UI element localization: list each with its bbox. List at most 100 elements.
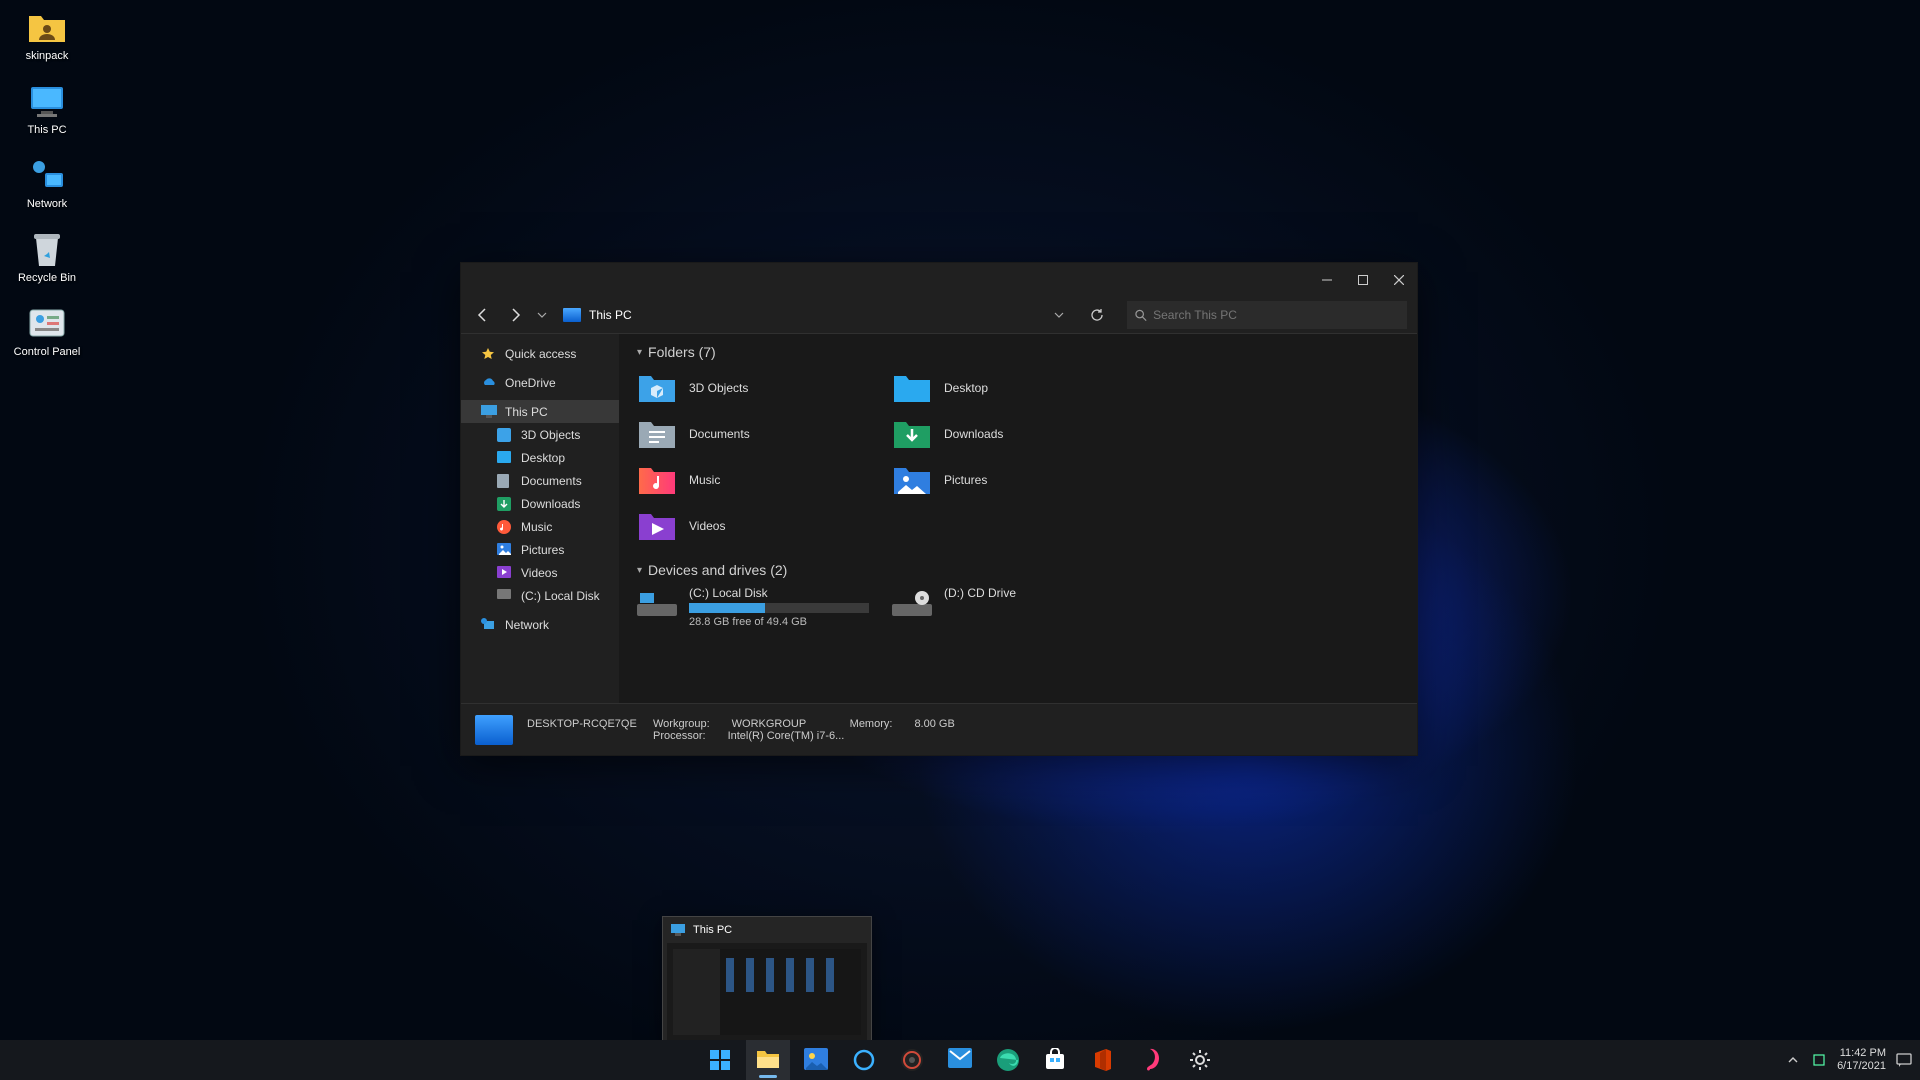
- sidebar-item-label: Quick access: [505, 347, 576, 361]
- sidebar-item-network[interactable]: Network: [461, 613, 619, 636]
- network-icon: [27, 158, 67, 194]
- sidebar-item-videos[interactable]: Videos: [461, 561, 619, 584]
- photos-icon: [804, 1048, 828, 1072]
- search-input[interactable]: [1153, 308, 1399, 322]
- address-dropdown[interactable]: [1047, 303, 1071, 327]
- desktop-icon-this-pc[interactable]: This PC: [8, 84, 86, 136]
- maximize-button[interactable]: [1345, 263, 1381, 297]
- taskbar-clock[interactable]: 11:42 PM 6/17/2021: [1837, 1047, 1886, 1073]
- taskbar-center: [698, 1040, 1222, 1080]
- sidebar-item-this-pc[interactable]: This PC: [461, 400, 619, 423]
- office-icon: [1092, 1048, 1116, 1072]
- folder-desktop[interactable]: Desktop: [892, 368, 1147, 408]
- taskbar-store-button[interactable]: [1034, 1040, 1078, 1080]
- folder-videos[interactable]: Videos: [637, 506, 892, 546]
- taskbar-mail-button[interactable]: [938, 1040, 982, 1080]
- sidebar-item-music[interactable]: Music: [461, 515, 619, 538]
- taskbar-start-button[interactable]: [698, 1040, 742, 1080]
- search-box[interactable]: [1127, 301, 1407, 329]
- recent-dropdown[interactable]: [535, 303, 549, 327]
- desktop-icon-skinpack[interactable]: skinpack: [8, 10, 86, 62]
- address-bar[interactable]: This PC: [563, 308, 1039, 322]
- thumbnail-body: [667, 943, 867, 1041]
- folder-label: Downloads: [944, 427, 1003, 441]
- desktop-icon-network[interactable]: Network: [8, 158, 86, 210]
- taskbar-date: 6/17/2021: [1837, 1060, 1886, 1073]
- taskbar-settings-button[interactable]: [1178, 1040, 1222, 1080]
- explorer-icon: [756, 1048, 780, 1072]
- drive--d-cd-drive[interactable]: (D:) CD Drive: [892, 586, 1147, 628]
- address-text: This PC: [589, 308, 632, 322]
- taskbar-explorer-button[interactable]: [746, 1040, 790, 1080]
- folder-documents[interactable]: Documents: [637, 414, 892, 454]
- sidebar-item-label: Downloads: [521, 497, 580, 511]
- content-pane: ▾ Folders (7) 3D Objects Desktop Documents…: [619, 333, 1417, 703]
- taskbar-cortana-button[interactable]: [842, 1040, 886, 1080]
- sidebar-item-label: Desktop: [521, 451, 565, 465]
- sidebar-item-3d-objects[interactable]: 3D Objects: [461, 423, 619, 446]
- sidebar-item-downloads[interactable]: Downloads: [461, 492, 619, 515]
- folder-label: Documents: [689, 427, 750, 441]
- music-icon: [497, 520, 513, 534]
- sidebar-item-label: Pictures: [521, 543, 564, 557]
- documents-icon: [497, 474, 513, 488]
- drive--c-local-disk[interactable]: (C:) Local Disk28.8 GB free of 49.4 GB: [637, 586, 892, 628]
- chevron-down-icon: ▾: [637, 347, 642, 358]
- drives-grid: (C:) Local Disk28.8 GB free of 49.4 GB(D…: [637, 586, 1399, 628]
- drives-header-label: Devices and drives (2): [648, 562, 787, 578]
- action-center-button[interactable]: [1896, 1052, 1912, 1068]
- folder-icon: [637, 464, 677, 496]
- refresh-button[interactable]: [1085, 303, 1109, 327]
- this-pc-icon: [481, 405, 497, 419]
- taskbar-office-button[interactable]: [1082, 1040, 1126, 1080]
- this-pc-icon: [475, 715, 513, 745]
- groove-icon: [900, 1048, 924, 1072]
- sidebar-item-documents[interactable]: Documents: [461, 469, 619, 492]
- forward-button[interactable]: [503, 303, 527, 327]
- minimize-button[interactable]: [1309, 263, 1345, 297]
- sidebar-item-label: Documents: [521, 474, 582, 488]
- folder-label: 3D Objects: [689, 381, 748, 395]
- sidebar-item-desktop[interactable]: Desktop: [461, 446, 619, 469]
- taskbar-edge-button[interactable]: [986, 1040, 1030, 1080]
- folder-music[interactable]: Music: [637, 460, 892, 500]
- navigation-bar: This PC: [461, 297, 1417, 333]
- desktop-icon-label: Recycle Bin: [18, 272, 76, 284]
- settings-icon: [1188, 1048, 1212, 1072]
- tray-security-icon[interactable]: [1811, 1052, 1827, 1068]
- workgroup-value: WORKGROUP: [732, 718, 842, 730]
- sidebar-item-onedrive[interactable]: OneDrive: [461, 371, 619, 394]
- sidebar-item--c-local-disk[interactable]: (C:) Local Disk: [461, 584, 619, 607]
- desktop-icon: [497, 451, 513, 465]
- drive-icon: [892, 590, 932, 616]
- folder-label: Videos: [689, 519, 725, 533]
- this-pc-icon: [27, 84, 67, 120]
- back-button[interactable]: [471, 303, 495, 327]
- tray-overflow-button[interactable]: [1785, 1052, 1801, 1068]
- folders-section-header[interactable]: ▾ Folders (7): [637, 344, 1399, 360]
- folder-icon: [637, 372, 677, 404]
- desktop-icon-label: Network: [27, 198, 67, 210]
- titlebar[interactable]: [461, 263, 1417, 297]
- folder-icon: [892, 464, 932, 496]
- taskbar-photos-button[interactable]: [794, 1040, 838, 1080]
- sidebar-item-quick-access[interactable]: Quick access: [461, 342, 619, 365]
- taskbar-groove-button[interactable]: [890, 1040, 934, 1080]
- folder-label: Pictures: [944, 473, 987, 487]
- edge-icon: [996, 1048, 1020, 1072]
- folder-downloads[interactable]: Downloads: [892, 414, 1147, 454]
- taskbar-paint-button[interactable]: [1130, 1040, 1174, 1080]
- desktop-icon-recycle-bin[interactable]: Recycle Bin: [8, 232, 86, 284]
- sidebar-item-pictures[interactable]: Pictures: [461, 538, 619, 561]
- sidebar-item-label: OneDrive: [505, 376, 556, 390]
- folder-pictures[interactable]: Pictures: [892, 460, 1147, 500]
- taskbar: 11:42 PM 6/17/2021: [0, 1040, 1920, 1080]
- processor-value: Intel(R) Core(TM) i7-6...: [728, 730, 845, 742]
- taskbar-thumbnail-preview[interactable]: This PC: [662, 916, 872, 1046]
- drives-section-header[interactable]: ▾ Devices and drives (2): [637, 562, 1399, 578]
- close-button[interactable]: [1381, 263, 1417, 297]
- folder-3d-objects[interactable]: 3D Objects: [637, 368, 892, 408]
- folder-label: Music: [689, 473, 720, 487]
- sidebar: Quick access OneDrive This PC3D Objects Des…: [461, 333, 619, 703]
- desktop-icon-control-panel[interactable]: Control Panel: [8, 306, 86, 358]
